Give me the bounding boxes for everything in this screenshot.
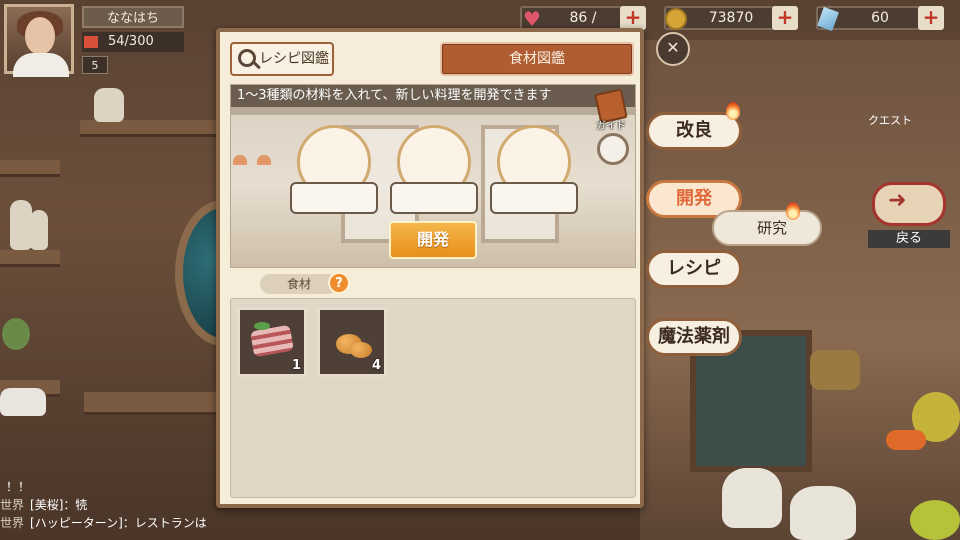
ingredient-book-tab[interactable]: 食材図鑑 [440, 42, 634, 76]
carrot-decoration [886, 430, 926, 450]
ingredient-slot-1-name [290, 182, 378, 214]
bottle-decoration [10, 200, 32, 250]
item-count: 4 [371, 358, 381, 373]
ingredient-slot-2-name [390, 182, 478, 214]
gem-icon [814, 5, 842, 33]
recipe-development-panel: レシピ図鑑 食材図鑑 1〜3種類の材料を入れて、新しい料理を開発できます ガイド… [216, 28, 644, 508]
ingredient-book-label: 食材図鑑 [509, 51, 565, 67]
magic-potion-button[interactable]: 魔法薬剤 [646, 318, 742, 356]
add-coin-button[interactable]: + [772, 6, 798, 30]
back-label: 戻る [868, 230, 950, 248]
potato-icon [350, 342, 372, 358]
coin-icon [662, 5, 690, 33]
avatar-body [13, 53, 69, 77]
research-button[interactable]: 研究 [712, 202, 822, 246]
ingredient-item-pork-belly[interactable]: 1 [237, 307, 307, 377]
plates-decoration [0, 388, 46, 416]
flour-sack-decoration [722, 468, 782, 528]
ingredients-header: 食材 ? [230, 272, 636, 298]
garnish-icon [254, 322, 270, 330]
player-name: ななはち [82, 6, 184, 28]
shelf [0, 160, 60, 177]
guide-label: ガイド [596, 121, 626, 132]
recipe-button[interactable]: レシピ [646, 250, 742, 288]
develop-button[interactable]: 開発 [389, 221, 477, 259]
ingredient-item-potato[interactable]: 4 [317, 307, 387, 377]
guide-button[interactable]: ガイド [591, 88, 631, 132]
add-stamina-button[interactable]: + [620, 6, 646, 30]
melon-decoration [2, 318, 30, 350]
crossed-tools-icon: ✕ [656, 32, 690, 66]
search-icon [238, 49, 256, 67]
flour-sack-decoration [790, 486, 856, 540]
arrow-right-icon: ➜ [888, 188, 907, 213]
ingredient-inventory: 1 4 [230, 298, 636, 498]
clock-icon [597, 133, 629, 165]
chat-log[interactable]: ！！ 世界 [美桜]：㸿 世界 [ハッピーターン]：レストランは [0, 478, 220, 540]
basket-decoration [810, 350, 860, 390]
exp-value: 54/300 [108, 34, 154, 49]
chat-message: ！！ [6, 480, 31, 494]
item-count: 1 [291, 358, 301, 373]
stamina-counter: ♥ 86 / 100 + [520, 6, 646, 46]
gem-counter: 60 + [814, 5, 944, 33]
help-icon[interactable]: ? [328, 272, 350, 294]
bottle-decoration [30, 210, 48, 250]
ingredients-label: 食材 [260, 274, 338, 294]
coin-counter: 73870 + [664, 6, 798, 30]
teddy-bear-decoration [94, 88, 124, 122]
gem-value: 60 [871, 10, 889, 26]
development-area: 1〜3種類の材料を入れて、新しい料理を開発できます ガイド 開発 [230, 84, 636, 268]
banana-decoration [910, 500, 960, 540]
ingredient-slot-3-name [490, 182, 578, 214]
counter [84, 392, 220, 415]
instruction-text: 1〜3種類の材料を入れて、新しい料理を開発できます [231, 85, 635, 107]
shelf [0, 250, 60, 267]
lamp-decoration [257, 155, 271, 165]
lamp-decoration [233, 155, 247, 165]
chat-message: 世界 [美桜]：㸿 [0, 498, 88, 512]
pork-belly-icon [250, 324, 294, 358]
player-level: 5 [82, 56, 108, 74]
coin-value: 73870 [708, 10, 754, 26]
quest-label[interactable]: クエスト [868, 112, 938, 128]
back-button[interactable]: ➜ 戻る [868, 176, 950, 248]
research-label: 研究 [756, 219, 787, 237]
recipe-book-label: レシピ図鑑 [259, 51, 329, 67]
avatar-face [25, 17, 55, 55]
recipe-book-tab[interactable]: レシピ図鑑 [230, 42, 334, 76]
shelf [80, 120, 220, 137]
flame-icon [786, 202, 800, 220]
chat-message: 世界 [ハッピーターン]：レストランは [0, 516, 207, 530]
add-gem-button[interactable]: + [918, 6, 944, 30]
flame-icon [726, 102, 740, 120]
exp-bar [84, 36, 98, 48]
player-exp: 54/300 [82, 32, 184, 52]
player-avatar[interactable] [4, 4, 74, 77]
